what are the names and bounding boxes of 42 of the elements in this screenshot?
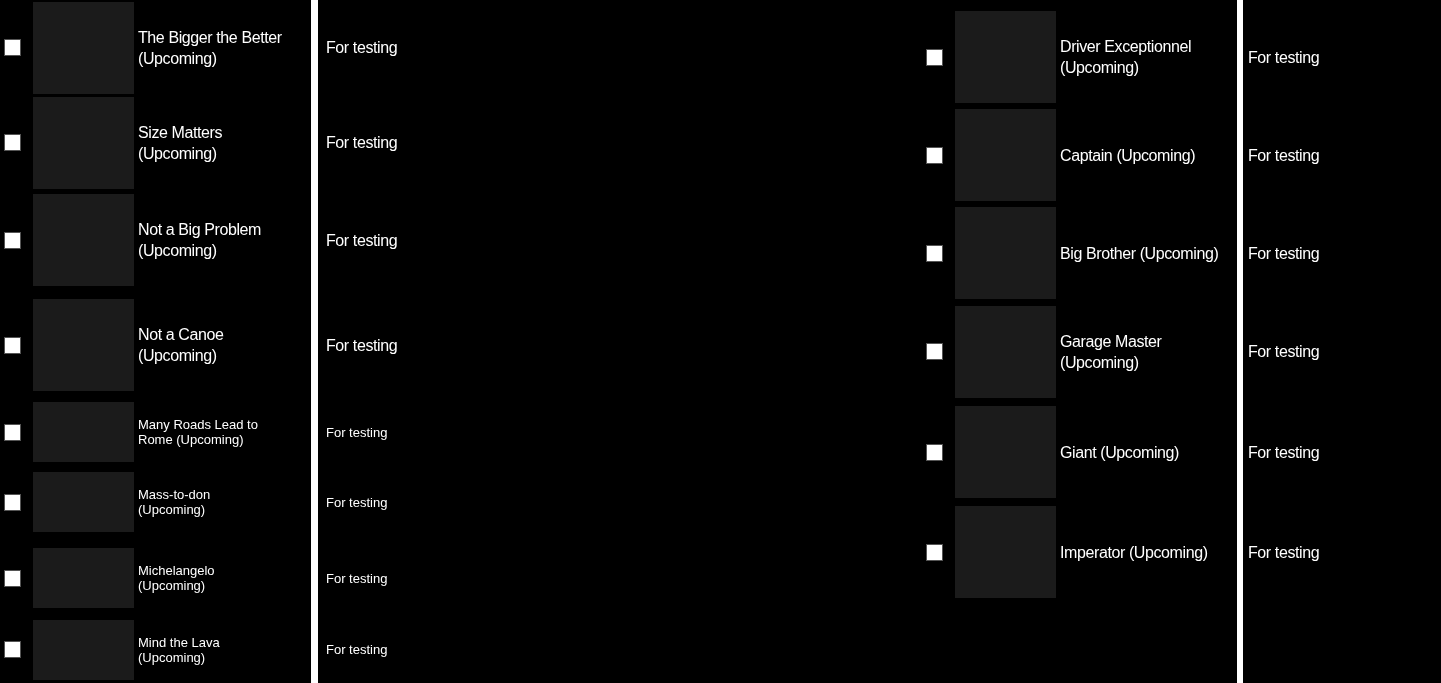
checkbox[interactable] [4,231,21,249]
item-title: Big Brother (Upcoming) [1060,243,1219,264]
checkbox[interactable] [4,493,21,511]
checkbox[interactable] [4,641,21,658]
item-description: For testing [1248,145,1320,166]
item-description: For testing [326,642,388,657]
checkbox[interactable] [4,134,21,151]
item-description: For testing [326,133,398,153]
item-description: For testing [1248,442,1320,463]
item-title: Size Matters (Upcoming) [138,122,224,164]
checkbox[interactable] [4,423,21,441]
item-description: For testing [1248,47,1320,68]
checkbox[interactable] [926,244,943,262]
checkbox[interactable] [4,569,21,587]
item-description: For testing [1248,542,1320,563]
item-title: Imperator (Upcoming) [1060,542,1208,563]
checkbox[interactable] [926,48,943,66]
item-title: Not a Canoe (Upcoming) [138,325,225,366]
item-description: For testing [326,424,388,440]
item-title: The Bigger the Better (Upcoming) [138,27,283,69]
item-title: Captain (Upcoming) [1060,145,1196,166]
item-description: For testing [326,570,388,586]
item-description: For testing [326,335,398,356]
item-description: For testing [1248,243,1320,264]
item-title: Giant (Upcoming) [1060,442,1179,463]
item-title: Driver Exceptionnel (Upcoming) [1060,37,1193,78]
checkbox[interactable] [926,443,943,461]
item-title: Not a Big Problem (Upcoming) [138,220,263,261]
item-description: For testing [326,38,398,58]
checkbox[interactable] [926,146,943,164]
item-description: For testing [326,230,398,251]
item-description: For testing [1248,342,1320,362]
item-title: Mass-to-don (Upcoming) [138,487,212,517]
item-title: Mind the Lava (Upcoming) [138,634,221,665]
checkbox[interactable] [926,543,943,561]
item-title: Michelangelo (Upcoming) [138,563,216,593]
item-title: Garage Master (Upcoming) [1060,331,1163,373]
checkbox[interactable] [4,336,21,354]
item-title: Many Roads Lead to Rome (Upcoming) [138,417,259,447]
checkbox[interactable] [926,343,943,360]
checkbox[interactable] [4,39,21,56]
item-description: For testing [326,494,388,510]
